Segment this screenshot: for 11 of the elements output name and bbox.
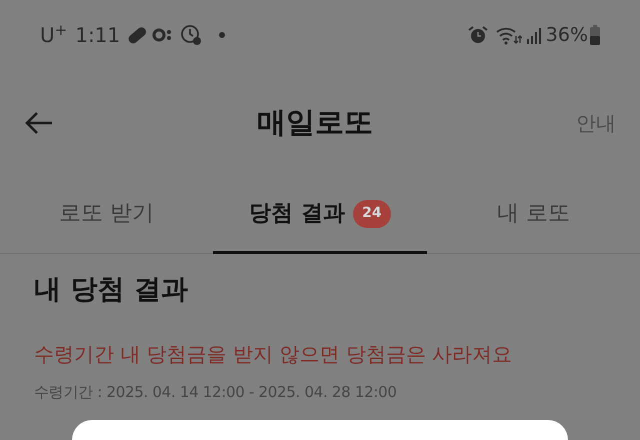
clock-time: 1:11: [75, 22, 120, 49]
warning-text: 수령기간 내 당첨금을 받지 않으면 당첨금은 사라져요: [34, 340, 514, 368]
claim-period: 수령기간 : 2025. 04. 14 12:00 - 2025. 04. 28 12:00: [34, 382, 398, 402]
count-badge: 24: [352, 200, 391, 228]
carrier-label: U$^{+}$: [40, 20, 68, 49]
tab[interactable]: 로또 받기: [0, 176, 214, 254]
section-title: 내 당첨 결과: [34, 273, 189, 307]
tab[interactable]: 내 로또: [426, 176, 640, 254]
tab[interactable]: 당첨 결과 24: [213, 176, 427, 254]
battery-percent: 36%: [546, 22, 588, 48]
page-title: 매일로또: [257, 104, 373, 142]
